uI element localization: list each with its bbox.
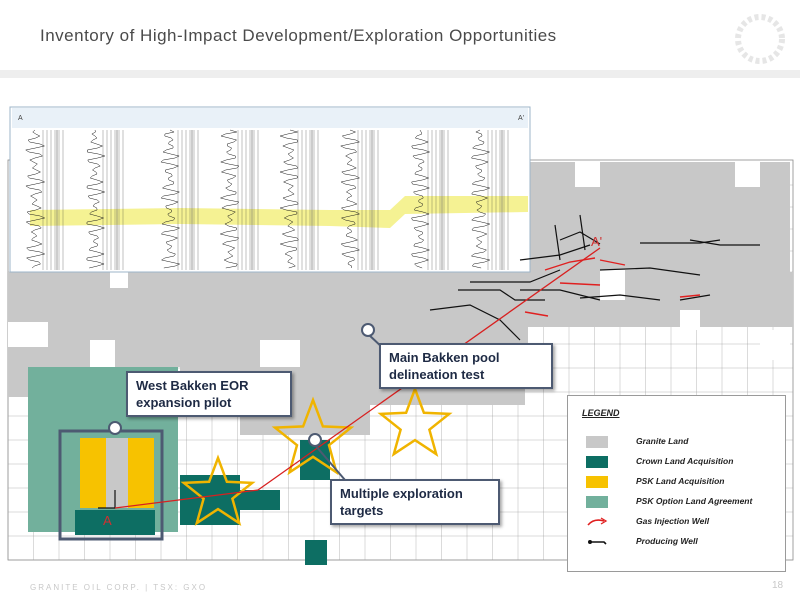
legend-item-psk-option: PSK Option Land Agreement (586, 496, 776, 508)
legend-label: PSK Option Land Agreement (636, 496, 753, 506)
open-parcel (260, 340, 300, 367)
open-parcel (735, 162, 760, 187)
crown-land-parcel (75, 510, 155, 535)
callout-west-bakken: West Bakken EOR expansion pilot (126, 371, 292, 417)
open-parcel (110, 270, 128, 288)
legend-label: Crown Land Acquisition (636, 456, 734, 466)
legend-label: Gas Injection Well (636, 516, 710, 526)
psk-option-swatch (586, 496, 608, 508)
open-parcel (90, 340, 115, 367)
legend-item-psk-land: PSK Land Acquisition (586, 476, 776, 488)
map-label-a: A (103, 513, 112, 528)
callout-dot-exploration (308, 433, 322, 447)
legend-label: PSK Land Acquisition (636, 476, 725, 486)
legend-item-crown-land: Crown Land Acquisition (586, 456, 776, 468)
crown-land-parcel (305, 540, 327, 565)
callout-dot-main (361, 323, 375, 337)
cross-section-log: A A' (9, 106, 531, 273)
legend-label: Producing Well (636, 536, 698, 546)
open-parcel (760, 330, 790, 360)
granite-land-swatch (586, 436, 608, 448)
granite-land-parcel (106, 438, 128, 508)
xsection-label-a: A (18, 115, 23, 122)
crown-land-swatch (586, 456, 608, 468)
xsection-label-a-prime: A' (518, 115, 524, 122)
psk-land-parcel (80, 438, 106, 508)
legend-item-granite-land: Granite Land (586, 436, 776, 448)
map-legend: LEGEND Granite Land Crown Land Acquisiti… (567, 395, 786, 572)
open-parcel (8, 322, 48, 347)
psk-land-swatch (586, 476, 608, 488)
open-parcel (680, 310, 700, 330)
producing-well-icon (588, 540, 607, 545)
legend-label: Granite Land (636, 436, 689, 446)
callout-main-bakken: Main Bakken pool delineation test (379, 343, 553, 389)
callout-exploration: Multiple exploration targets (330, 479, 500, 525)
granite-land-parcel (8, 367, 28, 397)
crown-land-parcel (240, 490, 280, 510)
psk-land-parcel (128, 438, 154, 508)
footer-company: GRANITE OIL CORP. | TSX: GXO (30, 583, 208, 592)
granite-land-parcel (530, 185, 790, 275)
open-parcel (575, 162, 600, 187)
legend-item-gas-injection: Gas Injection Well (586, 516, 776, 528)
map-label-a-prime: A' (591, 234, 602, 249)
gas-injection-well-icon (587, 517, 608, 526)
granite-land-parcel (528, 272, 793, 327)
legend-title: LEGEND (582, 408, 620, 418)
callout-dot-west (108, 421, 122, 435)
legend-item-producing-well: Producing Well (586, 536, 776, 548)
page-number: 18 (772, 580, 784, 591)
